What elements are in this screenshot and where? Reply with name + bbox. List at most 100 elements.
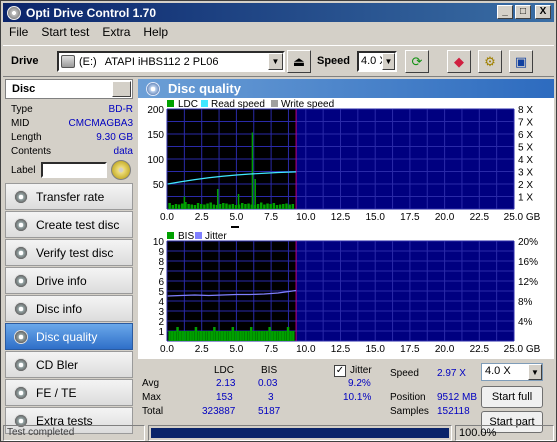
bis-bar [181, 331, 185, 341]
ldc-bar [190, 204, 193, 209]
settings-button[interactable]: ⚙ [478, 50, 502, 73]
maximize-button[interactable]: □ [515, 5, 531, 19]
start-full-button[interactable]: Start full [481, 386, 543, 408]
disc-header-label: Disc [12, 83, 36, 95]
floppy-icon: ▣ [514, 53, 528, 69]
x-tick-label: 15.0 [365, 344, 385, 355]
x-tick-label: 17.5 [400, 344, 420, 355]
y2-tick-label: 5 X [518, 143, 533, 154]
x-tick-label: 25.0 GB [504, 344, 541, 355]
nav-fe-te[interactable]: FE / TE [5, 379, 133, 406]
nav-label: Create test disc [36, 217, 120, 232]
label-input[interactable] [41, 162, 108, 178]
close-button[interactable]: X [535, 5, 551, 19]
title-bar: Opti Drive Control 1.70 _ □ X [3, 3, 554, 22]
nav-cd-bler[interactable]: CD Bler [5, 351, 133, 378]
x-tick-label: 5.0 [229, 344, 243, 355]
nav-drive-info[interactable]: Drive info [5, 267, 133, 294]
avg-jitter: 9.2% [348, 378, 371, 389]
x-tick-label: 15.0 [365, 212, 385, 223]
bis-bar [263, 331, 266, 341]
chevron-down-icon[interactable]: ▼ [268, 53, 283, 70]
cd-icon[interactable] [111, 160, 132, 180]
ldc-bar [291, 204, 295, 209]
eject-button[interactable]: ⏏ [287, 50, 311, 73]
jitter-label: Jitter [350, 365, 372, 376]
ldc-bar [187, 204, 190, 209]
max-bis: 3 [268, 392, 274, 403]
legend-jitter-label: Jitter [205, 231, 227, 242]
bis-bar [292, 331, 295, 341]
bis-bar [184, 331, 187, 341]
ldc-bar [241, 203, 244, 209]
eraser-icon: ◆ [454, 53, 464, 69]
speed-select[interactable]: 4.0 X ▼ [357, 51, 397, 72]
disc-eject-button[interactable] [112, 81, 131, 97]
ldc-spike [216, 189, 219, 209]
toolbar: Drive (E:) ATAPI iHBS112 2 PL06 ▼ ⏏ Spee… [3, 45, 554, 77]
ldc-bar [272, 203, 276, 209]
ldc-bar [231, 204, 235, 209]
disc-info: Type BD-R MID CMCMAGBA3 Length 9.30 GB Cont… [11, 104, 133, 160]
y2-tick-label: 4% [518, 317, 533, 328]
drive-select[interactable]: (E:) ATAPI iHBS112 2 PL06 ▼ [57, 51, 285, 72]
menu-file[interactable]: File [3, 23, 35, 41]
x-tick-label: 5.0 [229, 212, 243, 223]
app-window: Opti Drive Control 1.70 _ □ X File Start… [0, 0, 557, 442]
nav-transfer-rate[interactable]: Transfer rate [5, 183, 133, 210]
disc-icon [14, 217, 28, 232]
bis-bar [197, 331, 200, 341]
bis-bar [281, 331, 285, 341]
y2-tick-label: 20% [518, 237, 538, 248]
samples-label: Samples [390, 406, 429, 417]
bis-bar [186, 331, 190, 341]
bis-bar [249, 327, 253, 341]
refresh-button[interactable]: ⟳ [405, 50, 429, 73]
x-tick-label: 20.0 [435, 212, 455, 223]
panel-title: Disc quality [168, 81, 241, 96]
nav-verify-test-disc[interactable]: Verify test disc [5, 239, 133, 266]
disc-header: Disc [5, 79, 133, 99]
chevron-down-icon[interactable]: ▼ [528, 364, 542, 380]
bis-bar [234, 331, 237, 341]
nav-disc-quality[interactable]: Disc quality [5, 323, 133, 350]
menu-start-test[interactable]: Start test [35, 23, 96, 41]
ldc-spike [251, 132, 254, 209]
disc-icon [14, 357, 28, 372]
gears-icon: ⚙ [484, 53, 496, 69]
jitter-checkbox[interactable]: ✓ [334, 365, 346, 377]
mid-label: MID [11, 118, 30, 129]
menu-extra[interactable]: Extra [96, 23, 137, 41]
chevron-down-icon[interactable]: ▼ [382, 53, 395, 70]
menu-help[interactable]: Help [137, 23, 175, 41]
progress-percent: 100.0% [455, 425, 554, 441]
bis-bar [228, 331, 232, 341]
legend-ldc-label: LDC [178, 99, 198, 110]
drive-name: ATAPI iHBS112 2 PL06 [104, 55, 219, 68]
window-title: Opti Drive Control 1.70 [26, 5, 157, 20]
nav-label: Verify test disc [36, 245, 114, 260]
bis-bar [226, 331, 229, 341]
test-speed-select[interactable]: 4.0 X ▼ [481, 363, 543, 381]
type-label: Type [11, 104, 33, 115]
ldc-bar [174, 204, 178, 209]
bis-bar [194, 327, 198, 341]
nav-label: FE / TE [36, 385, 77, 400]
app-disc-icon [7, 5, 21, 20]
y2-tick-label: 4 X [518, 155, 533, 166]
position-value: 9512 MB [437, 392, 478, 403]
minimize-button[interactable]: _ [497, 5, 513, 19]
bis-bar [273, 331, 277, 341]
save-button[interactable]: ▣ [509, 50, 533, 73]
bis-bar [255, 331, 258, 341]
avg-ldc: 2.13 [216, 378, 236, 389]
x-tick-label: 25.0 GB [504, 212, 541, 223]
erase-button[interactable]: ◆ [447, 50, 471, 73]
max-jitter: 10.1% [343, 392, 372, 403]
nav-disc-info[interactable]: Disc info [5, 295, 133, 322]
ldc-col-header: LDC [214, 365, 235, 376]
ldc-bar [206, 203, 209, 209]
y2-tick-label: 8% [518, 297, 533, 308]
speed-stat-label: Speed [390, 368, 419, 379]
nav-create-test-disc[interactable]: Create test disc [5, 211, 133, 238]
